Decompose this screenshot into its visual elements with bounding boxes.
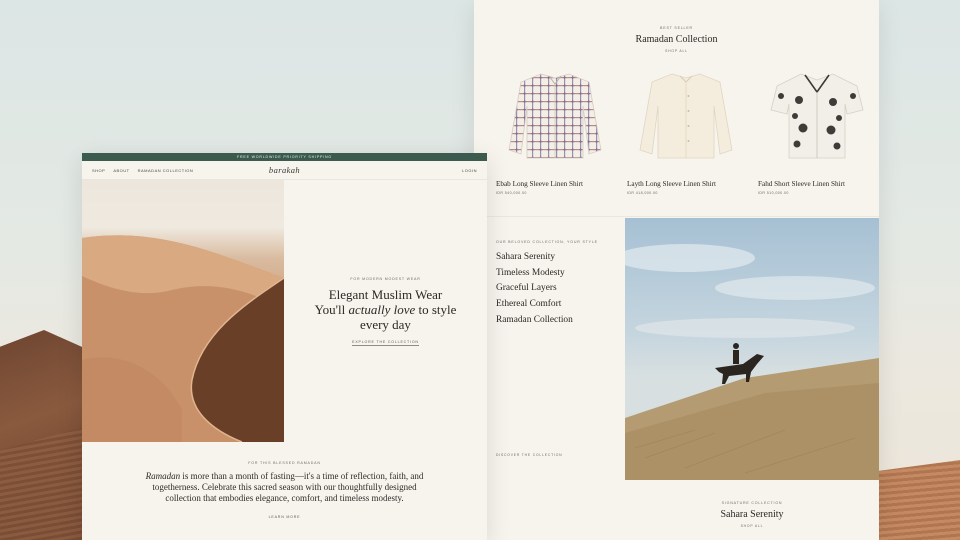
product-name[interactable]: Fahd Short Sleeve Linen Shirt (758, 180, 876, 188)
patterned-shirt-icon[interactable] (496, 60, 614, 172)
product-card[interactable]: Layth Long Sleeve Linen Shirt IDR 418,00… (627, 60, 745, 195)
featured-collection-footer: SIGNATURE COLLECTION Sahara Serenity SHO… (625, 501, 879, 528)
collection-item[interactable]: Ramadan Collection (496, 313, 621, 329)
sand-dune-photo (82, 180, 284, 442)
background-dune-right (870, 460, 960, 540)
product-price: IDR 418,000.00 (627, 191, 658, 195)
login-link[interactable]: LOGIN (462, 168, 477, 173)
hero-title-line3: every day (360, 316, 411, 332)
hero-eyebrow: FOR MODERN MODEST WEAR (350, 276, 421, 281)
collection-list: Sahara Serenity Timeless Modesty Gracefu… (496, 250, 621, 329)
learn-more-link[interactable]: LEARN MORE (269, 515, 301, 519)
story-text: Ramadan is more than a month of fasting—… (135, 471, 435, 505)
left-page-mockup: FREE WORLDWIDE PRIORITY SHIPPING SHOP AB… (82, 153, 487, 540)
ramadan-story-section: FOR THIS BLESSED RAMADAN Ramadan is more… (82, 461, 487, 523)
best-seller-title: Ramadan Collection (635, 34, 718, 45)
story-text-body: is more than a month of fasting—it's a t… (152, 471, 424, 504)
product-grid: Ebab Long Sleeve Linen Shirt IDR 540,000… (496, 60, 876, 195)
plain-shirt-icon[interactable] (627, 60, 745, 172)
promo-bar: FREE WORLDWIDE PRIORITY SHIPPING (82, 153, 487, 161)
hero-copy: FOR MODERN MODEST WEAR Elegant Muslim We… (284, 180, 487, 442)
hero-title-emphasis: actually love (348, 301, 416, 317)
collection-item[interactable]: Ethereal Comfort (496, 297, 621, 313)
best-seller-header: BEST SELLER Ramadan Collection SHOP ALL (474, 26, 879, 53)
hero-title-post: to style (415, 301, 457, 317)
collection-item[interactable]: Sahara Serenity (496, 250, 621, 266)
nav-links: SHOP ABOUT RAMADAN COLLECTION (92, 168, 193, 173)
hero-title: Elegant Muslim Wear You'll actually love… (315, 287, 457, 332)
collections-menu: OUR BELOVED COLLECTION, YOUR STYLE Sahar… (496, 240, 621, 329)
best-seller-eyebrow: BEST SELLER (660, 26, 693, 30)
nav-about[interactable]: ABOUT (113, 168, 129, 173)
featured-eyebrow: SIGNATURE COLLECTION (721, 501, 783, 505)
story-text-emphasis: Ramadan (145, 471, 181, 481)
product-card[interactable]: Ebab Long Sleeve Linen Shirt IDR 540,000… (496, 60, 614, 195)
hero-title-line1: Elegant Muslim Wear (328, 286, 443, 302)
embroidered-short-sleeve-shirt-icon[interactable] (758, 60, 876, 172)
discover-collection-link[interactable]: DISCOVER THE COLLECTION (496, 453, 562, 457)
section-divider (474, 216, 879, 217)
featured-shop-all-link[interactable]: SHOP ALL (625, 524, 879, 528)
product-price: IDR 510,000.00 (758, 191, 789, 195)
product-name[interactable]: Ebab Long Sleeve Linen Shirt (496, 180, 614, 188)
product-card[interactable]: Fahd Short Sleeve Linen Shirt IDR 510,00… (758, 60, 876, 195)
hero-title-line2: You'll actually love to style (315, 302, 457, 317)
product-price: IDR 540,000.00 (496, 191, 527, 195)
top-nav: SHOP ABOUT RAMADAN COLLECTION barakah LO… (82, 161, 487, 180)
nav-shop[interactable]: SHOP (92, 168, 105, 173)
right-page-mockup: BEST SELLER Ramadan Collection SHOP ALL (474, 0, 879, 540)
product-name[interactable]: Layth Long Sleeve Linen Shirt (627, 180, 745, 188)
brand-logo[interactable]: barakah (269, 165, 300, 175)
hero-title-pre: You'll (314, 301, 349, 317)
collections-eyebrow: OUR BELOVED COLLECTION, YOUR STYLE (496, 240, 598, 244)
hero-section: FOR MODERN MODEST WEAR Elegant Muslim We… (82, 180, 487, 442)
story-eyebrow: FOR THIS BLESSED RAMADAN (248, 461, 321, 465)
explore-collection-link[interactable]: EXPLORE THE COLLECTION (352, 340, 419, 346)
collection-item[interactable]: Graceful Layers (496, 281, 621, 297)
collection-item[interactable]: Timeless Modesty (496, 266, 621, 282)
shop-all-link[interactable]: SHOP ALL (474, 49, 879, 53)
horse-rider-desert-photo (625, 218, 879, 480)
featured-title: Sahara Serenity (720, 509, 784, 520)
nav-ramadan-collection[interactable]: RAMADAN COLLECTION (138, 168, 194, 173)
